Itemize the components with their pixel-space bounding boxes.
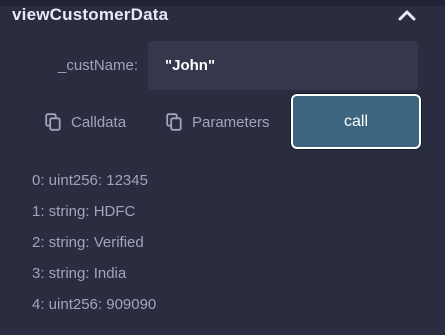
result-item: 1: string: HDFC bbox=[32, 203, 136, 220]
copy-calldata-button[interactable]: Calldata bbox=[45, 108, 126, 136]
custname-input[interactable] bbox=[148, 41, 418, 90]
chevron-up-icon[interactable] bbox=[398, 9, 416, 21]
function-name: viewCustomerData bbox=[12, 5, 169, 24]
param-label-custname: _custName: bbox=[58, 57, 139, 74]
calldata-label: Calldata bbox=[71, 113, 127, 131]
result-item: 4: uint256: 909090 bbox=[32, 296, 157, 313]
result-item: 2: string: Verified bbox=[32, 234, 144, 251]
result-item: 0: uint256: 12345 bbox=[32, 172, 148, 189]
parameters-label: Parameters bbox=[192, 113, 270, 131]
copy-icon bbox=[45, 113, 61, 131]
call-results-list: 0: uint256: 12345 1: string: HDFC 2: str… bbox=[32, 170, 156, 325]
result-item: 3: string: India bbox=[32, 265, 127, 282]
copy-parameters-button[interactable]: Parameters bbox=[166, 108, 270, 136]
call-button[interactable]: call bbox=[291, 94, 421, 149]
copy-icon bbox=[166, 113, 182, 131]
